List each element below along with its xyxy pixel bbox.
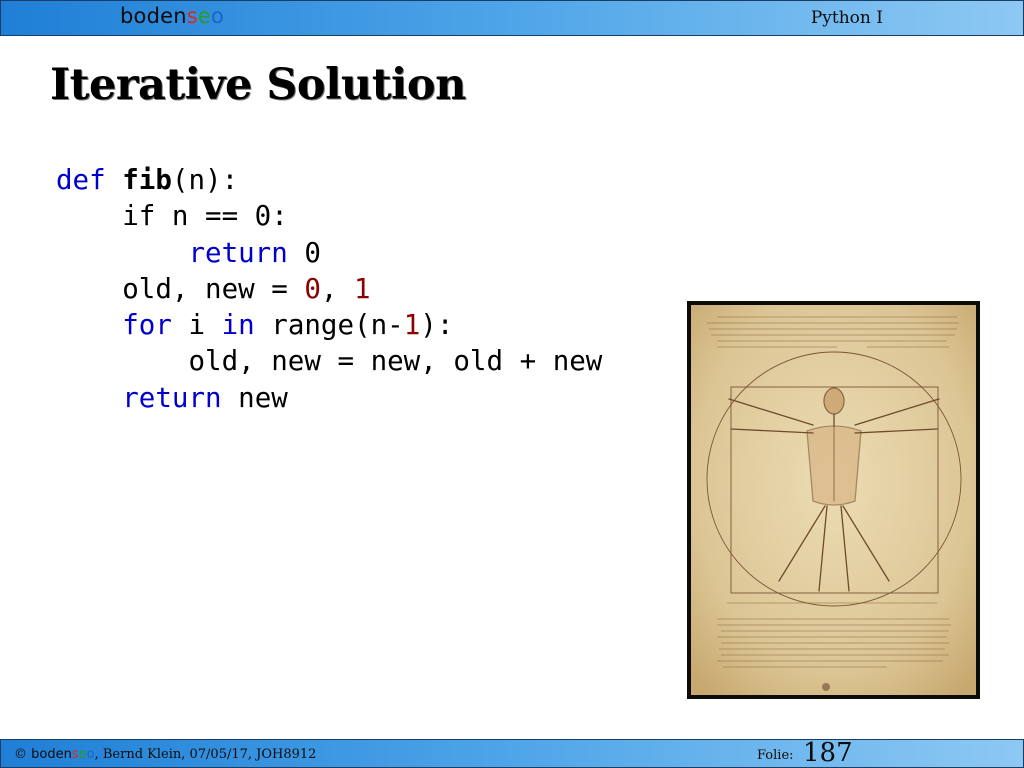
code-line-4: old, new = 0, 1 <box>122 272 371 305</box>
code-block: def fib(n): if n == 0: return 0 old, new… <box>56 162 602 416</box>
vitruvian-man-drawing <box>691 305 976 695</box>
code-line-2: if n == 0: <box>122 200 288 233</box>
footer-bar: © bodenseo, Bernd Klein, 07/05/17, JOH89… <box>0 738 1024 768</box>
code-line-1: def fib(n): <box>56 164 239 196</box>
vitruvian-man-image <box>687 301 980 699</box>
footer-copyright: © bodenseo, Bernd Klein, 07/05/17, JOH89… <box>14 747 317 762</box>
code-line-3: return 0 <box>188 236 321 269</box>
code-line-6: old, new = new, old + new <box>188 345 603 378</box>
header-bar: bodenseo Python I <box>0 0 1024 36</box>
code-line-7: return new <box>122 381 288 414</box>
course-title: Python I <box>810 8 883 28</box>
code-line-5: for i in range(n-1): <box>122 309 454 342</box>
bodenseo-logo: bodenseo <box>120 4 225 28</box>
slide-number: 187 <box>803 738 853 768</box>
slide-number-label: Folie: <box>757 748 794 763</box>
slide-title: Iterative Solution <box>50 60 466 110</box>
